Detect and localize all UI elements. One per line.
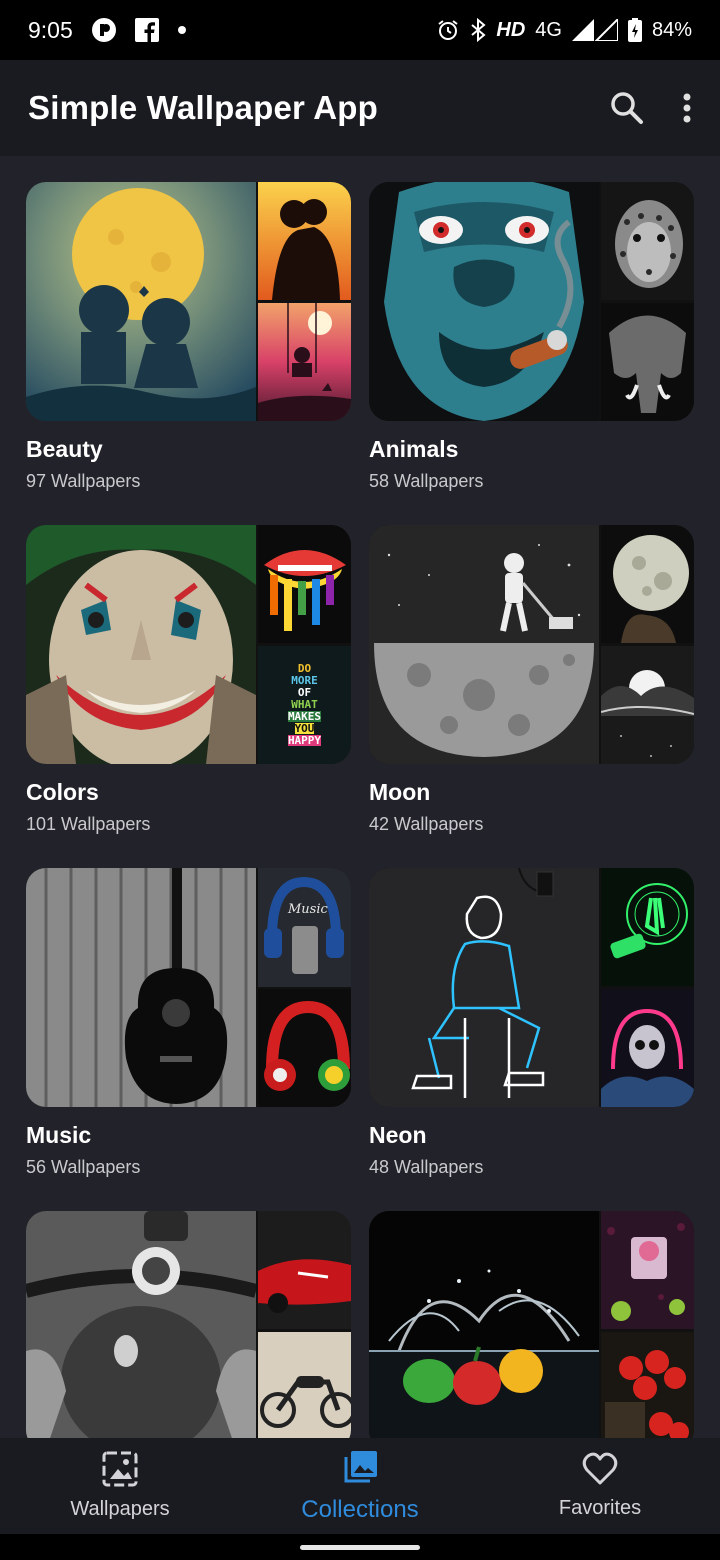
thumbnail-motorcycle-sketch	[258, 1331, 351, 1438]
status-bar: 9:05 HD 4G 84%	[0, 0, 720, 60]
home-gesture-handle[interactable]	[300, 1545, 420, 1550]
collection-count: 58 Wallpapers	[369, 471, 484, 491]
thumbnail-gorilla-cigar	[369, 182, 599, 421]
notification-icon	[91, 17, 117, 43]
bottom-navigation: Wallpapers Collections Favorites	[0, 1438, 720, 1534]
collection-thumbnails[interactable]	[369, 868, 694, 1107]
battery-level: 84%	[651, 18, 692, 41]
collection-name: Beauty	[26, 436, 103, 462]
thumbnail-swing-girl	[258, 302, 351, 422]
collection-count: 48 Wallpapers	[369, 1157, 484, 1177]
status-time: 9:05	[28, 16, 73, 43]
thumbnail-guitar-wood	[26, 868, 256, 1107]
collection-card-beauty[interactable]: Beauty 97 Wallpapers	[26, 182, 351, 525]
collection-thumbnails[interactable]: Music	[26, 868, 351, 1107]
collection-card-animals[interactable]: Animals 58 Wallpapers	[369, 182, 694, 525]
thumbnail-peppers-splash	[369, 1211, 599, 1438]
search-icon[interactable]	[610, 91, 644, 125]
quote-word: YOU	[294, 722, 315, 736]
collection-count: 101 Wallpapers	[26, 814, 151, 834]
collections-icon	[342, 1449, 378, 1490]
collection-card-neon[interactable]: Neon 48 Wallpapers	[369, 868, 694, 1211]
quote-word: MAKES	[287, 710, 322, 724]
collection-thumbnails[interactable]: DO MORE OF WHAT MAKES YOU HAPPY	[26, 525, 351, 764]
alarm-icon	[436, 18, 460, 42]
thumbnail-astronaut-moon	[369, 525, 599, 764]
thumbnail-moon-clouds	[601, 645, 694, 765]
quote-word: MORE	[291, 674, 318, 688]
facebook-icon	[134, 18, 159, 42]
signal-icon	[571, 19, 618, 41]
collection-count: 42 Wallpapers	[369, 814, 484, 834]
collection-name: Animals	[369, 436, 459, 462]
gesture-bar	[0, 1534, 720, 1560]
thumbnail-neon-green-hand	[601, 868, 694, 987]
collection-card-music[interactable]: Music Music 56 Wallpapers	[26, 868, 351, 1211]
headphone-label: Music	[288, 902, 328, 917]
thumbnail-tomatoes	[601, 1331, 694, 1438]
collection-name: Moon	[369, 779, 431, 805]
thumbnail-kiss-silhouette	[258, 182, 351, 301]
collection-count: 56 Wallpapers	[26, 1157, 141, 1177]
thumbnail-motorcycle-tank	[26, 1211, 256, 1438]
thumbnail-moon-hand	[601, 525, 694, 644]
collection-card-food[interactable]	[369, 1211, 694, 1438]
thumbnail-moon-couple	[26, 182, 256, 421]
thumbnail-cocktail-limes	[601, 1211, 694, 1330]
thumbnail-red-sports-car	[258, 1211, 351, 1330]
quote-word: OF	[297, 686, 312, 700]
battery-icon	[627, 18, 642, 42]
app-title: Simple Wallpaper App	[28, 89, 378, 126]
collection-name: Colors	[26, 779, 99, 805]
quote-word: HAPPY	[287, 734, 322, 748]
favorite-icon	[582, 1452, 618, 1491]
wallpaper-icon	[102, 1451, 138, 1492]
nav-item-favorites[interactable]: Favorites	[480, 1438, 720, 1534]
collection-card-moon[interactable]: Moon 42 Wallpapers	[369, 525, 694, 868]
nav-label: Collections	[301, 1495, 419, 1523]
thumbnail-rainbow-lips	[258, 525, 351, 644]
thumbnail-leopard	[601, 182, 694, 301]
thumbnail-joker	[26, 525, 256, 764]
nav-item-collections[interactable]: Collections	[240, 1438, 480, 1534]
network-type: 4G	[535, 18, 562, 41]
collection-thumbnails[interactable]	[369, 182, 694, 421]
thumbnail-quote-happy: DO MORE OF WHAT MAKES YOU HAPPY	[258, 645, 351, 764]
network-hd: HD	[496, 18, 526, 41]
collection-thumbnails[interactable]	[26, 182, 351, 421]
collection-card-colors[interactable]: DO MORE OF WHAT MAKES YOU HAPPY Colors 1…	[26, 525, 351, 868]
collection-thumbnails[interactable]	[369, 1211, 694, 1438]
quote-word: DO	[297, 662, 312, 676]
app-bar: Simple Wallpaper App	[0, 60, 720, 156]
collection-thumbnails[interactable]	[26, 1211, 351, 1438]
nav-label: Wallpapers	[70, 1498, 170, 1520]
thumbnail-neon-sitting-man	[369, 868, 599, 1107]
nav-item-wallpapers[interactable]: Wallpapers	[0, 1438, 240, 1534]
collection-count: 97 Wallpapers	[26, 471, 141, 491]
bluetooth-icon	[470, 18, 486, 42]
quote-word: WHAT	[291, 698, 318, 712]
thumbnail-elephant	[601, 302, 694, 422]
collection-thumbnails[interactable]	[369, 525, 694, 764]
nav-label: Favorites	[558, 1497, 642, 1519]
collections-grid: Beauty 97 Wallpapers Animals 58 Wallpape…	[0, 156, 720, 1438]
collection-name: Music	[26, 1122, 92, 1148]
more-vert-icon[interactable]	[682, 93, 692, 123]
collection-card-bikes[interactable]	[26, 1211, 351, 1438]
collection-name: Neon	[369, 1122, 427, 1148]
thumbnail-neon-skull	[601, 988, 694, 1108]
thumbnail-red-headphones	[258, 988, 351, 1108]
thumbnail-headphones-phone: Music	[258, 868, 351, 987]
dot-icon	[177, 25, 187, 35]
